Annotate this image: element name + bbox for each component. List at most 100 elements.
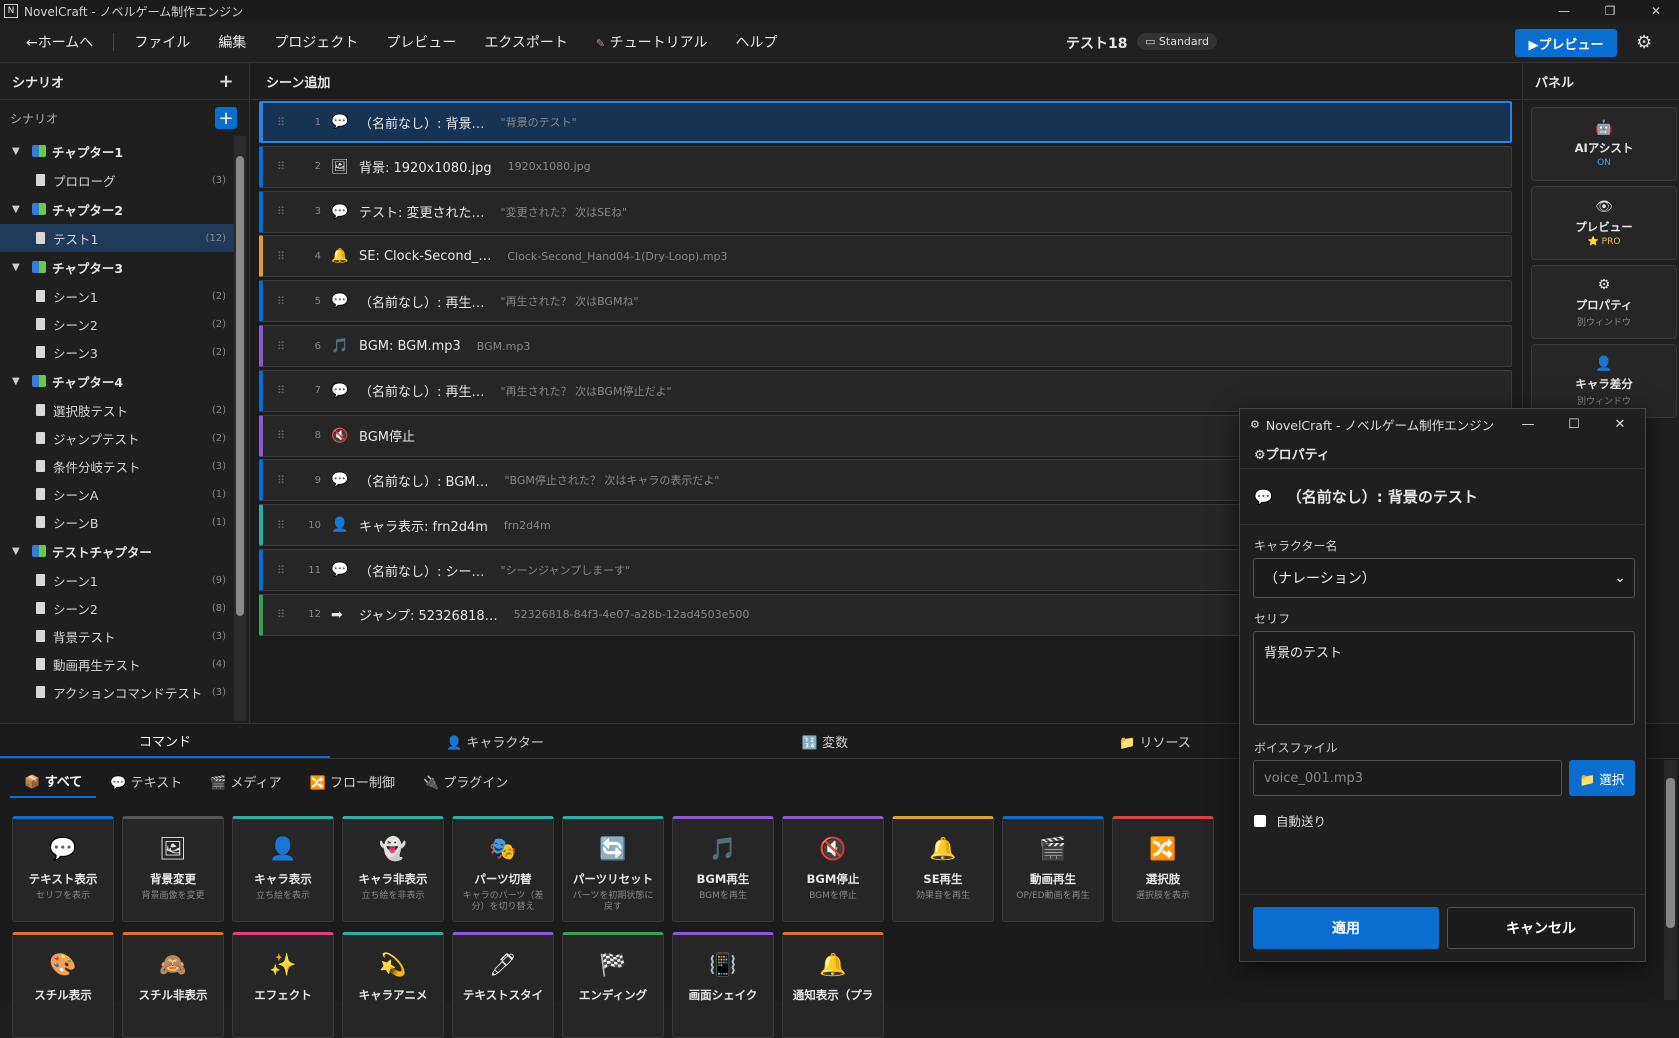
- select-file-button[interactable]: 📁 選択: [1569, 760, 1635, 796]
- command-row[interactable]: ⠿ 6 🎵 BGM: BGM.mp3 BGM.mp3: [259, 325, 1512, 367]
- command-card[interactable]: 🎨 スチル表示: [12, 932, 114, 1038]
- command-card[interactable]: 🔇 BGM停止 BGMを停止: [782, 816, 884, 922]
- modal-maximize-button[interactable]: ☐: [1551, 409, 1597, 439]
- command-card[interactable]: 💫 キャラアニメ: [342, 932, 444, 1038]
- expand-triangle-icon[interactable]: ▼: [12, 376, 26, 387]
- modal-minimize-button[interactable]: —: [1505, 409, 1551, 439]
- menu-preview[interactable]: プレビュー: [372, 32, 470, 52]
- preview-button[interactable]: ▶プレビュー: [1515, 29, 1617, 57]
- menu-tutorial[interactable]: ✎ チュートリアル: [582, 32, 722, 52]
- drag-handle-icon[interactable]: ⠿: [263, 384, 299, 397]
- add-scenario-button[interactable]: +: [215, 70, 237, 92]
- command-card[interactable]: 🎵 BGM再生 BGMを再生: [672, 816, 774, 922]
- drag-handle-icon[interactable]: ⠿: [263, 116, 299, 129]
- bottom-tab[interactable]: 🔢 変数: [660, 724, 990, 758]
- scrollbar-thumb[interactable]: [1666, 778, 1675, 928]
- palette-scrollbar[interactable]: [1664, 760, 1677, 1000]
- minimize-button[interactable]: —: [1541, 0, 1587, 22]
- tree-scene[interactable]: 条件分岐テスト (3): [0, 452, 234, 480]
- tree-scene[interactable]: シーン1 (2): [0, 282, 234, 310]
- filter-tab[interactable]: 💬 テキスト: [96, 766, 196, 798]
- expand-triangle-icon[interactable]: ▼: [12, 546, 26, 557]
- menu-export[interactable]: エクスポート: [470, 32, 582, 52]
- modal-close-button[interactable]: ✕: [1597, 409, 1643, 439]
- panel-card[interactable]: 🤖 AIアシスト ON: [1531, 107, 1677, 181]
- scenario-scrollbar[interactable]: [234, 136, 246, 721]
- filter-tab[interactable]: 🔀 フロー制御: [296, 766, 409, 798]
- drag-handle-icon[interactable]: ⠿: [263, 295, 299, 308]
- voice-file-input[interactable]: voice_001.mp3: [1253, 760, 1562, 796]
- command-row[interactable]: ⠿ 4 🔔 SE: Clock-Second_… Clock-Second_Hand04…: [259, 235, 1512, 278]
- tree-chapter[interactable]: ▼ チャプター4: [0, 366, 234, 396]
- command-card[interactable]: 👻 キャラ非表示 立ち絵を非表示: [342, 816, 444, 922]
- command-row[interactable]: ⠿ 3 💬 テスト: 変更された… "変更された？ 次はSEね": [259, 190, 1512, 233]
- drag-handle-icon[interactable]: ⠿: [263, 608, 299, 621]
- expand-triangle-icon[interactable]: ▼: [12, 262, 26, 273]
- tree-scene[interactable]: 背景テスト (3): [0, 622, 234, 650]
- character-select[interactable]: （ナレーション） ⌄: [1253, 558, 1635, 598]
- command-card[interactable]: 🖊 テキストスタイ: [452, 932, 554, 1038]
- drag-handle-icon[interactable]: ⠿: [263, 160, 299, 173]
- cancel-button[interactable]: キャンセル: [1447, 907, 1635, 949]
- command-card[interactable]: 🏁 エンディング: [562, 932, 664, 1038]
- command-card[interactable]: 🎬 動画再生 OP/ED動画を再生: [1002, 816, 1104, 922]
- panel-card[interactable]: 👁 プレビュー ⭐ PRO: [1531, 186, 1677, 260]
- command-card[interactable]: 📳 画面シェイク: [672, 932, 774, 1038]
- tree-scene[interactable]: シーン1 (9): [0, 566, 234, 594]
- menu-project[interactable]: プロジェクト: [260, 32, 372, 52]
- close-button[interactable]: ✕: [1633, 0, 1679, 22]
- tree-scene[interactable]: アクションコマンドテスト (3): [0, 678, 234, 706]
- maximize-button[interactable]: ❐: [1587, 0, 1633, 22]
- drag-handle-icon[interactable]: ⠿: [263, 429, 299, 442]
- tree-scene[interactable]: シーン3 (2): [0, 338, 234, 366]
- command-card[interactable]: 🔄 パーツリセット パーツを初期状態に戻す: [562, 816, 664, 922]
- command-card[interactable]: 🎭 パーツ切替 キャラのパーツ（差分）を切り替え: [452, 816, 554, 922]
- checkbox-box[interactable]: [1254, 814, 1266, 827]
- tree-chapter[interactable]: ▼ チャプター2: [0, 194, 234, 224]
- drag-handle-icon[interactable]: ⠿: [263, 250, 299, 263]
- drag-handle-icon[interactable]: ⠿: [263, 340, 299, 353]
- apply-button[interactable]: 適用: [1253, 907, 1439, 949]
- tree-scene[interactable]: テスト1 (12): [0, 224, 234, 252]
- command-row[interactable]: ⠿ 2 🖼 背景: 1920x1080.jpg 1920x1080.jpg: [259, 145, 1512, 188]
- panel-card[interactable]: ⚙ プロパティ 別ウィンドウ: [1531, 265, 1677, 339]
- bottom-tab[interactable]: コマンド: [0, 724, 330, 758]
- filter-tab[interactable]: 🔌 プラグイン: [409, 766, 522, 798]
- settings-gear-icon[interactable]: ⚙: [1636, 32, 1652, 53]
- command-card[interactable]: 💬 テキスト表示 セリフを表示: [12, 816, 114, 922]
- tree-chapter[interactable]: ▼ チャプター1: [0, 136, 234, 166]
- drag-handle-icon[interactable]: ⠿: [263, 205, 299, 218]
- command-card[interactable]: 🔀 選択肢 選択肢を表示: [1112, 816, 1214, 922]
- tree-scene[interactable]: ジャンプテスト (2): [0, 424, 234, 452]
- line-textarea[interactable]: 背景のテスト: [1253, 631, 1635, 725]
- tree-scene[interactable]: シーンA (1): [0, 480, 234, 508]
- scrollbar-thumb[interactable]: [236, 156, 244, 616]
- tree-scene[interactable]: 選択肢テスト (2): [0, 396, 234, 424]
- command-card[interactable]: ✨ エフェクト: [232, 932, 334, 1038]
- command-card[interactable]: 🖼 背景変更 背景画像を変更: [122, 816, 224, 922]
- command-row[interactable]: ⠿ 7 💬 （名前なし）: 再生… "再生された？ 次はBGM停止だよ": [259, 369, 1512, 412]
- home-link[interactable]: ←ホームへ: [12, 32, 107, 52]
- tree-chapter[interactable]: ▼ チャプター3: [0, 252, 234, 282]
- command-row[interactable]: ⠿ 1 💬 （名前なし）: 背景… "背景のテスト": [259, 101, 1512, 143]
- tree-chapter[interactable]: ▼ テストチャプター: [0, 536, 234, 566]
- tree-scene[interactable]: シーン2 (2): [0, 310, 234, 338]
- panel-card[interactable]: 👤 キャラ差分 別ウィンドウ: [1531, 344, 1677, 418]
- filter-tab[interactable]: 🎬 メディア: [196, 766, 295, 798]
- command-card[interactable]: 🙈 スチル非表示: [122, 932, 224, 1038]
- command-row[interactable]: ⠿ 5 💬 （名前なし）: 再生… "再生された？ 次はBGMね": [259, 280, 1512, 323]
- menu-help[interactable]: ヘルプ: [721, 32, 791, 52]
- tree-scene[interactable]: シーン2 (8): [0, 594, 234, 622]
- add-chapter-button[interactable]: +: [215, 107, 237, 129]
- command-card[interactable]: 👤 キャラ表示 立ち絵を表示: [232, 816, 334, 922]
- drag-handle-icon[interactable]: ⠿: [263, 519, 299, 532]
- expand-triangle-icon[interactable]: ▼: [12, 204, 26, 215]
- drag-handle-icon[interactable]: ⠿: [263, 474, 299, 487]
- command-card[interactable]: 🔔 通知表示（プラ: [782, 932, 884, 1038]
- auto-advance-checkbox[interactable]: 自動送り: [1254, 811, 1326, 830]
- tree-scene[interactable]: プロローグ (3): [0, 166, 234, 194]
- command-card[interactable]: 🔔 SE再生 効果音を再生: [892, 816, 994, 922]
- drag-handle-icon[interactable]: ⠿: [263, 564, 299, 577]
- menu-file[interactable]: ファイル: [120, 32, 204, 52]
- bottom-tab[interactable]: 👤 キャラクター: [330, 724, 660, 758]
